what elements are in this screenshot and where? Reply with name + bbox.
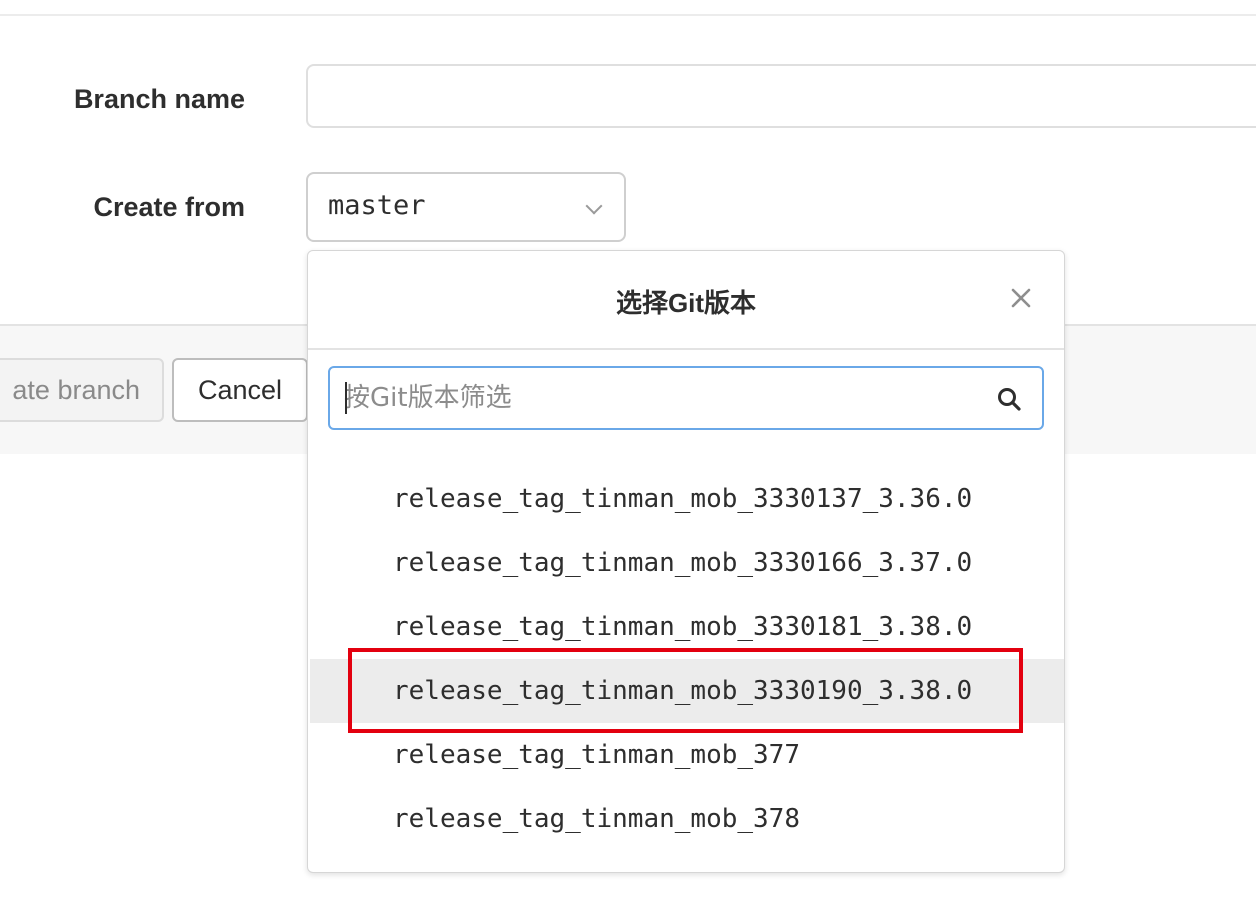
new-branch-page: Branch name Create from master ate branc… [0, 0, 1256, 912]
create-from-label: Create from [93, 192, 245, 222]
ref-list-item[interactable]: release_tag_tinman_mob_3330166_3.37.0 [310, 531, 1064, 595]
ref-search-input[interactable] [344, 368, 974, 428]
ref-list-item[interactable]: release_tag_tinman_mob_378 [310, 787, 1064, 851]
create-branch-button-label: ate branch [12, 375, 140, 405]
close-icon[interactable] [1006, 283, 1036, 313]
ref-list-item[interactable]: release_tag_tinman_mob_3330181_3.38.0 [310, 595, 1064, 659]
ref-search-box[interactable] [328, 366, 1044, 430]
dropdown-title: 选择Git版本 [615, 288, 757, 318]
top-divider [0, 14, 1256, 16]
branch-name-input[interactable] [306, 64, 1256, 128]
ref-list-item[interactable]: release_tag_tinman_mob_3330137_3.36.0 [310, 467, 1064, 531]
text-caret [345, 382, 347, 414]
create-from-value: master [328, 190, 426, 221]
ref-list-item-active[interactable]: release_tag_tinman_mob_3330190_3.38.0 [310, 659, 1064, 723]
create-branch-button[interactable]: ate branch [0, 358, 164, 422]
create-from-select[interactable]: master [306, 172, 626, 242]
search-icon [998, 388, 1021, 411]
dropdown-divider [308, 348, 1064, 350]
cancel-button[interactable]: Cancel [172, 358, 308, 422]
ref-dropdown: 选择Git版本 release_tag_tinman_mob_3330137_3… [307, 250, 1065, 873]
chevron-down-icon [585, 197, 603, 215]
branch-name-label: Branch name [73, 84, 245, 114]
ref-list-item[interactable]: release_tag_tinman_mob_377 [310, 723, 1064, 787]
